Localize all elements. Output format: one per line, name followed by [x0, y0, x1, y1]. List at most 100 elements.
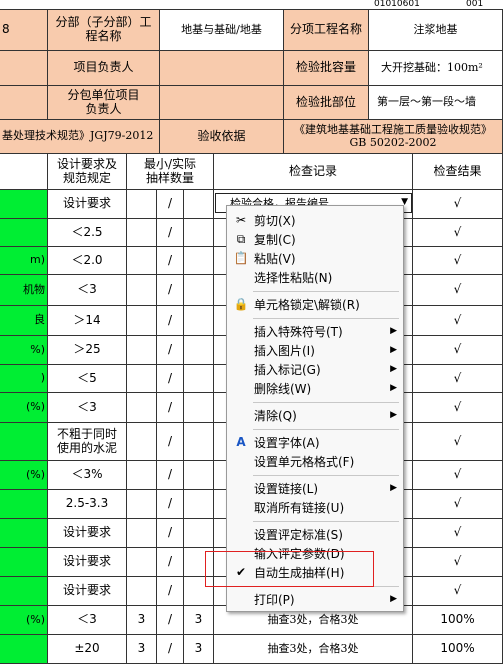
menu-item-insert-mark[interactable]: 插入标记(G) ▶	[227, 360, 403, 378]
row-design-cell[interactable]: 设计要求	[48, 190, 127, 219]
manager-value[interactable]	[160, 51, 284, 86]
menu-item-paste-special[interactable]: 选择性粘贴(N)	[227, 268, 403, 286]
row-item-cell[interactable]: (%)	[0, 461, 48, 490]
menu-item-paste[interactable]: 📋 粘贴(V)	[227, 249, 403, 267]
capacity-value[interactable]: 大开挖基础：100m²	[369, 51, 503, 86]
row-actual-sample-cell[interactable]	[184, 306, 214, 336]
menu-item-set-link[interactable]: 设置链接(L) ▶	[227, 479, 403, 497]
row-design-cell[interactable]: ＜3	[48, 606, 127, 635]
row-actual-sample-cell[interactable]	[184, 490, 214, 519]
menu-item-copy[interactable]: ⧉ 复制(C)	[227, 230, 403, 248]
row-design-cell[interactable]: 设计要求	[48, 548, 127, 577]
menu-item-cut[interactable]: ✂ 剪切(X)	[227, 211, 403, 229]
row-min-sample-cell[interactable]	[127, 336, 157, 365]
row-result-cell[interactable]: 100%	[413, 606, 503, 635]
row-design-cell[interactable]: ＜5	[48, 365, 127, 393]
row-result-cell[interactable]: √	[413, 219, 503, 247]
row-item-cell[interactable]	[0, 577, 48, 606]
row-actual-sample-cell[interactable]	[184, 365, 214, 393]
row-min-sample-cell[interactable]	[127, 219, 157, 247]
row-min-sample-cell[interactable]	[127, 306, 157, 336]
item-value[interactable]: 注浆地基	[369, 10, 503, 51]
menu-item-insert-picture[interactable]: 插入图片(I) ▶	[227, 341, 403, 359]
sub-unit-value[interactable]: 地基与基础/地基	[160, 10, 284, 51]
row-design-cell[interactable]: 2.5-3.3	[48, 490, 127, 519]
row-result-cell[interactable]: 100%	[413, 635, 503, 664]
row-actual-sample-cell[interactable]	[184, 247, 214, 275]
row-design-cell[interactable]: ＜2.0	[48, 247, 127, 275]
row-design-cell[interactable]: 不粗于同时使用的水泥	[48, 423, 127, 461]
row-record-cell[interactable]: 抽查3处，合格3处	[214, 635, 413, 664]
row-design-cell[interactable]: ＞14	[48, 306, 127, 336]
row-min-sample-cell[interactable]	[127, 519, 157, 548]
row-result-cell[interactable]: √	[413, 275, 503, 306]
row-item-cell[interactable]: m)	[0, 247, 48, 275]
row-min-sample-cell[interactable]	[127, 393, 157, 423]
row-min-sample-cell[interactable]	[127, 190, 157, 219]
menu-item-cancel-links[interactable]: 取消所有链接(U)	[227, 498, 403, 516]
row-min-sample-cell[interactable]	[127, 577, 157, 606]
row-item-cell[interactable]	[0, 190, 48, 219]
menu-item-set-eval[interactable]: 设置评定标准(S)	[227, 525, 403, 543]
sub-manager-value[interactable]	[160, 86, 284, 120]
row-result-cell[interactable]: √	[413, 306, 503, 336]
menu-item-set-font[interactable]: A 设置字体(A)	[227, 433, 403, 451]
row-actual-sample-cell[interactable]: 3	[184, 635, 214, 664]
blank-cell[interactable]	[0, 86, 48, 120]
menu-item-insert-symbol[interactable]: 插入特殊符号(T) ▶	[227, 322, 403, 340]
row-item-cell[interactable]	[0, 219, 48, 247]
row-result-cell[interactable]: √	[413, 336, 503, 365]
row-item-cell[interactable]: 良	[0, 306, 48, 336]
row-item-cell[interactable]: (%)	[0, 393, 48, 423]
menu-item-strikethrough[interactable]: 删除线(W) ▶	[227, 379, 403, 397]
row-result-cell[interactable]: √	[413, 247, 503, 275]
row-actual-sample-cell[interactable]	[184, 519, 214, 548]
row-design-cell[interactable]: ＜3	[48, 275, 127, 306]
row-min-sample-cell[interactable]: 3	[127, 606, 157, 635]
menu-item-lock[interactable]: 🔒 单元格锁定\解锁(R)	[227, 295, 403, 313]
row-result-cell[interactable]: √	[413, 461, 503, 490]
row-actual-sample-cell[interactable]	[184, 423, 214, 461]
row-actual-sample-cell[interactable]: 3	[184, 606, 214, 635]
row-actual-sample-cell[interactable]	[184, 190, 214, 219]
row-item-cell[interactable]: %)	[0, 336, 48, 365]
row-design-cell[interactable]: ＜3	[48, 393, 127, 423]
row-number-cell[interactable]: 8	[0, 10, 48, 51]
row-result-cell[interactable]: √	[413, 423, 503, 461]
row-design-cell[interactable]: ＜3%	[48, 461, 127, 490]
row-design-cell[interactable]: 设计要求	[48, 577, 127, 606]
blank-cell[interactable]	[0, 51, 48, 86]
row-design-cell[interactable]: ±20	[48, 635, 127, 664]
row-result-cell[interactable]: √	[413, 490, 503, 519]
row-result-cell[interactable]: √	[413, 519, 503, 548]
row-min-sample-cell[interactable]	[127, 548, 157, 577]
row-min-sample-cell[interactable]: 3	[127, 635, 157, 664]
row-result-cell[interactable]: √	[413, 190, 503, 219]
row-actual-sample-cell[interactable]	[184, 393, 214, 423]
row-min-sample-cell[interactable]	[127, 490, 157, 519]
menu-item-set-format[interactable]: 设置单元格格式(F)	[227, 452, 403, 470]
row-item-cell[interactable]: )	[0, 365, 48, 393]
menu-item-print[interactable]: 打印(P) ▶	[227, 590, 403, 608]
row-min-sample-cell[interactable]	[127, 461, 157, 490]
row-item-cell[interactable]	[0, 635, 48, 664]
row-result-cell[interactable]: √	[413, 365, 503, 393]
row-item-cell[interactable]	[0, 548, 48, 577]
row-result-cell[interactable]: √	[413, 393, 503, 423]
position-value[interactable]: 第一层～第一段～墙	[369, 86, 503, 120]
row-design-cell[interactable]: 设计要求	[48, 519, 127, 548]
menu-item-clear[interactable]: 清除(Q) ▶	[227, 406, 403, 424]
row-actual-sample-cell[interactable]	[184, 275, 214, 306]
row-min-sample-cell[interactable]	[127, 423, 157, 461]
row-item-cell[interactable]	[0, 519, 48, 548]
row-design-cell[interactable]: ＜2.5	[48, 219, 127, 247]
row-item-cell[interactable]: (%)	[0, 606, 48, 635]
row-actual-sample-cell[interactable]	[184, 461, 214, 490]
row-actual-sample-cell[interactable]	[184, 336, 214, 365]
row-result-cell[interactable]: √	[413, 577, 503, 606]
row-min-sample-cell[interactable]	[127, 247, 157, 275]
row-item-cell[interactable]	[0, 490, 48, 519]
row-result-cell[interactable]: √	[413, 548, 503, 577]
row-actual-sample-cell[interactable]	[184, 219, 214, 247]
row-design-cell[interactable]: ＞25	[48, 336, 127, 365]
